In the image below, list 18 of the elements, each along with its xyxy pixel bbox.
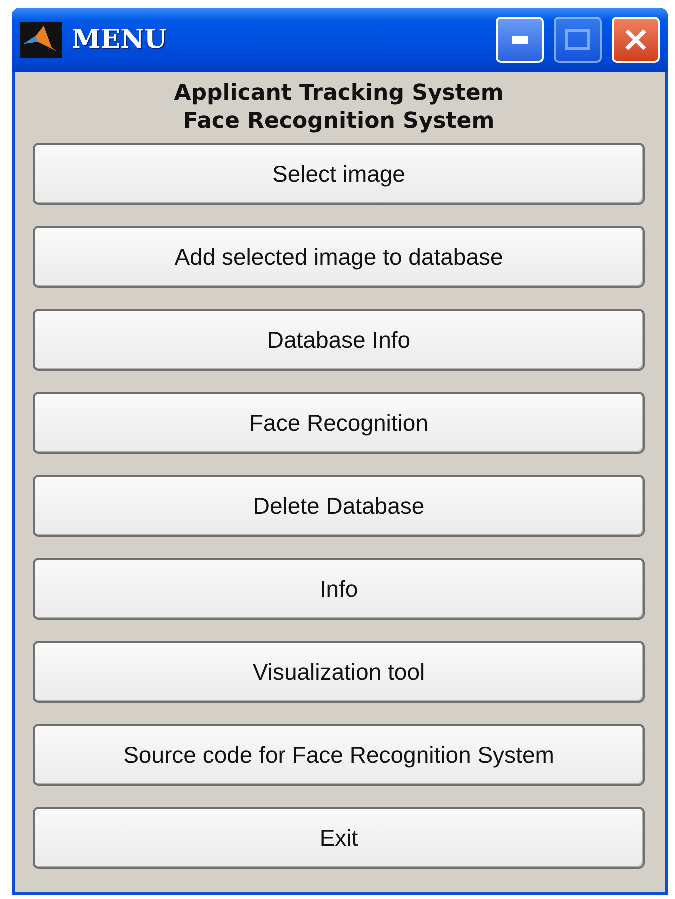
- menu-button[interactable]: Visualization tool: [33, 641, 645, 703]
- close-button[interactable]: [612, 17, 660, 63]
- menu-button[interactable]: Database Info: [33, 309, 645, 371]
- window-title: MENU: [72, 25, 168, 55]
- minimize-button[interactable]: [496, 17, 544, 63]
- menu-button[interactable]: Info: [33, 558, 645, 620]
- menu-button[interactable]: Source code for Face Recognition System: [33, 724, 645, 786]
- menu-button[interactable]: Exit: [33, 807, 645, 869]
- app-logo-icon: [20, 22, 62, 58]
- heading-text: Face Recognition System: [183, 108, 495, 136]
- menu-button[interactable]: Face Recognition: [33, 392, 645, 454]
- heading-text: Applicant Tracking System: [174, 80, 504, 108]
- menu-button[interactable]: Select image: [33, 143, 645, 205]
- minimize-icon: [512, 36, 528, 44]
- close-icon: [624, 28, 648, 52]
- menu-button[interactable]: Add selected image to database: [33, 226, 645, 288]
- menu-button[interactable]: Delete Database: [33, 475, 645, 537]
- maximize-icon: [565, 29, 591, 51]
